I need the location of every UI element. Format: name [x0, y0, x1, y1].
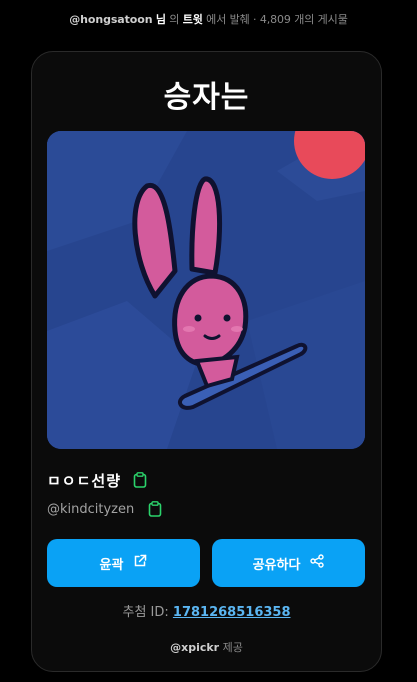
draw-id-line: 추첨 ID: 1781268516358 — [31, 601, 382, 620]
author-handle[interactable]: @hongsatoon — [69, 13, 152, 26]
powered-by: @xpickr 제공 — [31, 639, 382, 655]
particle: 의 — [169, 13, 180, 26]
draw-id-label: 추첨 ID: — [122, 605, 169, 620]
draw-id-link[interactable]: 1781268516358 — [173, 605, 291, 620]
username: @kindcityzen — [47, 501, 135, 517]
display-name-row: ㅁㅇㄷ선량 — [47, 470, 147, 490]
powered-by-suffix: 제공 — [222, 641, 243, 654]
share-icon — [310, 554, 325, 572]
outline-button[interactable]: 윤곽 — [47, 539, 200, 587]
share-button[interactable]: 공유하다 — [212, 539, 365, 587]
clipboard-icon[interactable] — [148, 501, 162, 517]
card-title: 승자는 — [163, 80, 250, 115]
honorific: 님 — [155, 13, 166, 26]
outline-button-label: 윤곽 — [99, 557, 124, 573]
external-link-icon — [133, 554, 147, 572]
username-row: @kindcityzen — [47, 499, 162, 519]
source-label[interactable]: 트윗 — [183, 13, 203, 26]
winner-avatar-image — [47, 131, 365, 449]
share-button-label: 공유하다 — [252, 557, 301, 573]
clipboard-icon[interactable] — [133, 472, 147, 488]
powered-by-brand[interactable]: @xpickr — [170, 641, 219, 654]
display-name: ㅁㅇㄷ선량 — [47, 471, 122, 490]
source-meta: 에서 발췌 · 4,809 개의 게시물 — [206, 13, 348, 26]
post-source-line: @hongsatoon 님 의 트윗 에서 발췌 · 4,809 개의 게시물 — [0, 11, 417, 27]
